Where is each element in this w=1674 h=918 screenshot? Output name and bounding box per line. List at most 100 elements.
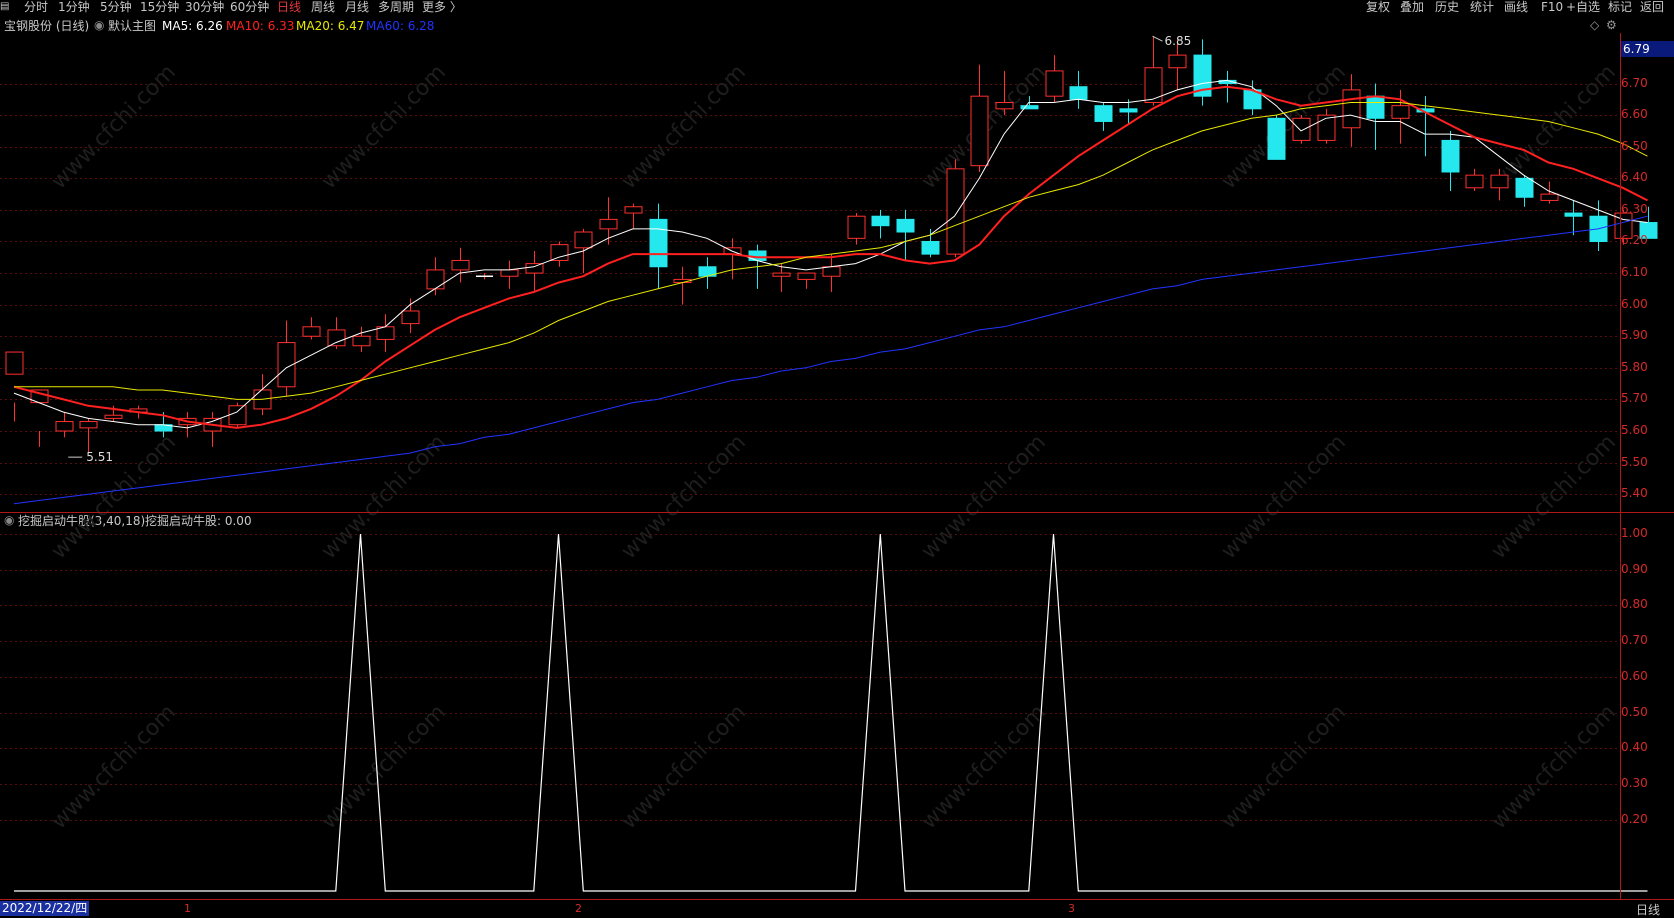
x-tick-3: 3	[1068, 902, 1075, 915]
candlestick	[871, 209, 890, 239]
candle-body	[970, 95, 989, 167]
candlestick	[302, 317, 321, 340]
candle-body	[921, 240, 940, 255]
candle-body	[55, 421, 74, 432]
y-tick-label: 5.60	[1621, 423, 1648, 438]
candlestick	[896, 209, 915, 261]
y-tick-label: 6.40	[1621, 170, 1648, 185]
sub-y-tick-label: 0.80	[1621, 597, 1648, 612]
sub-y-tick-label: 0.70	[1621, 633, 1648, 648]
chart-canvas[interactable]: www.cfchi.com www.cfchi.com www.cfchi.com w…	[0, 0, 1674, 917]
candle-body	[822, 266, 841, 277]
candlestick	[698, 257, 717, 289]
candlestick	[476, 273, 493, 280]
candle-body	[401, 310, 420, 325]
candle-body	[1465, 174, 1484, 189]
candlestick	[352, 326, 371, 353]
candle-body	[352, 335, 371, 347]
candle-body	[1094, 105, 1113, 122]
candle-body	[574, 231, 593, 249]
candle-body	[624, 206, 643, 214]
sub-y-tick-label: 0.20	[1621, 811, 1648, 826]
candlestick	[847, 213, 866, 245]
candlestick	[1094, 102, 1113, 131]
candle-body	[228, 405, 247, 426]
candlestick	[624, 203, 643, 229]
y-tick-label: 5.40	[1621, 486, 1648, 501]
x-tick-2: 2	[575, 902, 582, 915]
watermark-text: www.cfchi.com	[1487, 700, 1621, 834]
candle-body	[1119, 108, 1138, 113]
candle-body	[1441, 139, 1460, 173]
candlestick	[822, 254, 841, 293]
watermark-text: www.cfchi.com	[317, 60, 451, 194]
candle-body	[896, 218, 915, 233]
candle-body	[1267, 117, 1286, 160]
candlestick	[673, 266, 692, 305]
candle-body	[946, 168, 965, 255]
high-marker-label: 6.85	[1165, 34, 1192, 48]
period-label: 日线	[1636, 903, 1661, 917]
candle-body	[871, 215, 890, 227]
candle-body	[1490, 174, 1509, 189]
candle-body	[1342, 89, 1361, 129]
candle-body	[5, 351, 24, 375]
candle-body	[550, 244, 569, 261]
x-tick-1: 1	[184, 902, 191, 915]
watermark-text: www.cfchi.com	[1217, 700, 1351, 834]
candlestick	[30, 389, 49, 447]
watermark-text: www.cfchi.com	[47, 60, 181, 194]
date-label: 2022/12/22/四	[0, 901, 90, 916]
candle-body	[451, 259, 470, 271]
candle-body	[599, 218, 618, 230]
candle-body	[1020, 105, 1039, 110]
watermark-text: www.cfchi.com	[917, 430, 1051, 564]
y-tick-label: 6.70	[1621, 75, 1648, 90]
watermark-text: www.cfchi.com	[1217, 430, 1351, 564]
watermark-text: www.cfchi.com	[47, 700, 181, 834]
candle-body	[649, 218, 668, 268]
candle-body	[1168, 54, 1187, 69]
candlestick	[1564, 200, 1583, 236]
candlestick	[525, 250, 544, 293]
y-tick-label: 6.00	[1621, 296, 1648, 311]
candlestick	[1366, 83, 1385, 150]
candle-body	[1144, 67, 1163, 103]
candlestick	[1540, 181, 1559, 204]
candle-body	[302, 326, 321, 337]
candle-body	[1045, 70, 1064, 97]
series-line-ma60	[13, 215, 1648, 505]
candle-body	[1515, 177, 1534, 198]
y-tick-label: 6.50	[1621, 138, 1648, 153]
candle-body	[1540, 193, 1559, 201]
watermark-text: www.cfchi.com	[1487, 430, 1621, 564]
watermark-text: www.cfchi.com	[1487, 60, 1621, 194]
candle-body	[847, 215, 866, 239]
y-tick-label: 5.80	[1621, 359, 1648, 374]
candlestick	[1441, 130, 1460, 191]
candlestick	[401, 298, 420, 334]
candlestick	[797, 272, 816, 289]
low-marker-label: 5.51	[86, 450, 113, 464]
candlestick	[203, 412, 222, 447]
candlestick	[1193, 39, 1212, 106]
candlestick	[1045, 55, 1064, 103]
last-price-tag: 6.79	[1621, 41, 1674, 57]
candle-body	[104, 414, 123, 419]
candle-body	[500, 269, 519, 277]
y-tick-label: 6.60	[1621, 107, 1648, 122]
watermark-text: www.cfchi.com	[617, 430, 751, 564]
candlestick	[1465, 168, 1484, 191]
candlestick	[376, 314, 395, 353]
candlestick	[1317, 108, 1336, 144]
candle-body	[995, 101, 1014, 110]
indicator-line	[14, 533, 1648, 892]
candlestick	[500, 260, 519, 289]
candlestick	[1144, 36, 1163, 106]
candlestick	[55, 412, 74, 438]
candlestick	[970, 64, 989, 172]
candlestick	[426, 257, 445, 296]
candle-body	[426, 269, 445, 290]
sub-y-tick-label: 0.30	[1621, 775, 1648, 790]
candle-body	[772, 272, 791, 277]
